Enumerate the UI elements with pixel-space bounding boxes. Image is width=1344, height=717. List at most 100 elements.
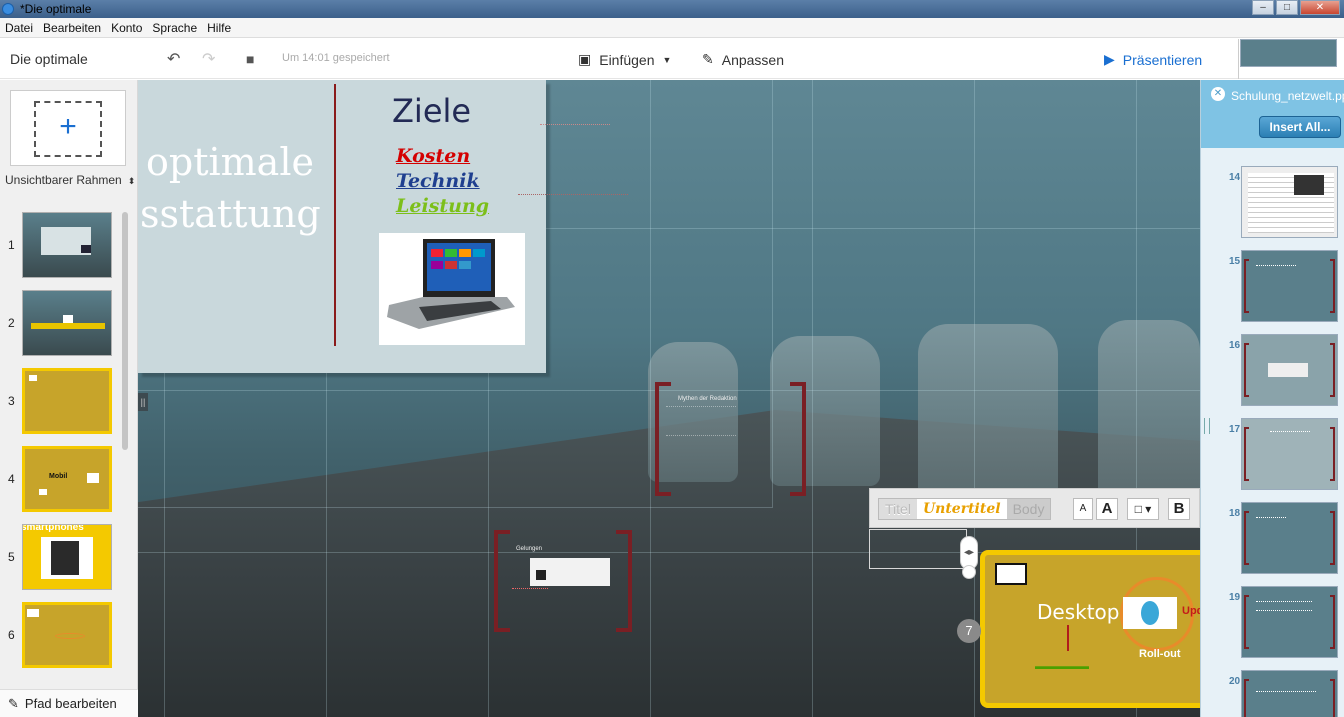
frame-type-select[interactable]: Unsichtbarer Rahmen ⬍ [5,173,135,187]
mouse-image[interactable] [1123,597,1177,629]
main-toolbar: Die optimale ↶ ↷ ■ Um 14:01 gespeichert … [0,39,1344,79]
title-text-line2[interactable]: sstattung [140,192,321,236]
present-button[interactable]: ▶ Präsentieren [1104,51,1202,68]
minimize-icon[interactable]: – [1252,0,1274,15]
menu-bearbeiten[interactable]: Bearbeiten [38,21,106,35]
intro-frame[interactable]: optimale sstattung Ziele Kosten Technik … [138,80,546,373]
laptop-image[interactable] [379,233,525,345]
text-style-picker: Titel Untertitel Body [878,498,1052,520]
slide-item[interactable]: 1 [0,212,124,280]
menu-datei[interactable]: Datei [0,21,38,35]
text-color-picker[interactable]: □ ▾ [1127,498,1159,520]
title-text-line1[interactable]: optimale [146,140,314,184]
import-panel: ✕ Schulung_netzwelt.ppt Insert All... 14… [1200,80,1344,717]
import-slide-item[interactable]: 17 [1201,418,1344,494]
pencil-icon: ✎ [8,695,19,711]
edit-path-label: Pfad bearbeiten [24,696,117,711]
import-slide-item[interactable]: 16 [1201,334,1344,410]
import-slide-item[interactable]: 15 [1201,250,1344,326]
rollout-text[interactable]: Roll-out [1139,648,1181,660]
insert-icon: ▣ [578,51,592,67]
slide-item[interactable]: 3 [0,368,124,436]
import-slide-number: 19 [1229,592,1241,603]
import-slide-item[interactable]: 20 [1201,670,1344,717]
import-slide-number: 20 [1229,676,1241,687]
desktops-text[interactable]: Desktops [1037,600,1130,624]
add-frame-button[interactable]: + [10,90,126,166]
style-body-button[interactable]: Body [1006,499,1051,519]
font-smaller-button[interactable]: A [1073,498,1093,520]
slide-number: 3 [8,394,15,408]
myth-text-block [666,406,736,436]
import-slide-thumbnail-partial[interactable] [1240,39,1337,67]
slide-label: Mobil [49,473,68,480]
import-slide-thumbnail [1241,334,1338,406]
import-slide-thumbnail [1241,418,1338,490]
presentation-canvas[interactable]: optimale sstattung Ziele Kosten Technik … [138,80,1200,717]
customize-label: Anpassen [721,51,785,68]
plus-icon: + [59,110,77,143]
slide-number: 4 [8,472,15,486]
close-icon[interactable]: ✕ [1300,0,1340,15]
import-slide-number: 16 [1229,340,1241,351]
keyword-technik[interactable]: Technik [396,170,480,192]
slide-thumbnail: Mobil [22,446,112,512]
upd-text[interactable]: Upd [1182,605,1200,617]
close-icon[interactable]: ✕ [1211,87,1225,101]
grid-line [138,507,772,508]
chair-background [918,324,1058,514]
undo-icon[interactable]: ↶ [167,49,180,69]
style-title-button[interactable]: Titel [879,499,917,519]
save-icon[interactable]: ■ [246,51,254,67]
slide-number: 2 [8,316,15,330]
text-edit-box[interactable] [869,529,967,569]
play-icon: ▶ [1104,51,1115,67]
menu-konto[interactable]: Konto [106,21,147,35]
gelungen-card[interactable] [530,558,610,586]
style-subtitle-button[interactable]: Untertitel [917,499,1007,519]
customize-button[interactable]: ✎ Anpassen [702,51,784,68]
import-slide-item[interactable]: 19 [1201,586,1344,662]
menu-sprache[interactable]: Sprache [147,21,202,35]
present-label: Präsentieren [1122,51,1203,68]
slide-item[interactable]: 2 [0,290,124,358]
sidebar-resize-handle[interactable]: || [138,393,148,411]
import-slide-item[interactable]: 18 [1201,502,1344,578]
maximize-icon[interactable]: □ [1276,0,1298,15]
frame-bracket-right [790,382,806,496]
desktops-frame[interactable]: Desktops Upd ▬▬▬▬▬▬ Roll-out [980,550,1200,708]
keyword-kosten[interactable]: Kosten [396,145,470,167]
rotate-handle[interactable] [962,565,976,579]
import-slide-thumbnail [1241,502,1338,574]
menu-bar: Datei Bearbeiten Konto Sprache Hilfe [0,18,1344,38]
myth-title[interactable]: Mythen der Redaktion [678,396,737,402]
text-format-toolbar: Titel Untertitel Body A A □ ▾ B [869,488,1200,528]
font-larger-button[interactable]: A [1096,498,1118,520]
insert-label: Einfügen [599,51,655,68]
menu-hilfe[interactable]: Hilfe [202,21,236,35]
insert-all-button[interactable]: Insert All... [1259,116,1341,138]
ziele-heading[interactable]: Ziele [392,92,471,130]
import-slide-number: 17 [1229,424,1241,435]
redo-icon[interactable]: ↷ [202,49,215,69]
import-panel-header: ✕ Schulung_netzwelt.ppt Insert All... [1201,80,1344,148]
app-icon [2,3,14,15]
path-step-badge[interactable]: 7 [957,619,981,643]
window-controls: – □ ✕ [1252,0,1340,15]
panel-resize-handle[interactable] [1204,418,1210,434]
slide-item[interactable]: 6 [0,602,124,670]
grid-line [772,80,773,508]
slide-item[interactable]: 5 smartphones [0,524,124,592]
import-filename: Schulung_netzwelt.ppt [1231,89,1344,103]
gelungen-title[interactable]: Gelungen [516,546,542,552]
bold-button[interactable]: B [1168,498,1190,520]
import-slide-number: 14 [1229,172,1241,183]
edit-path-button[interactable]: ✎ Pfad bearbeiten [0,689,138,717]
sidebar-scrollbar[interactable] [122,212,128,450]
import-slide-item[interactable]: 14 [1201,166,1344,242]
keyword-leistung[interactable]: Leistung [396,195,489,217]
slide-number: 1 [8,238,15,252]
slide-item[interactable]: 4 Mobil [0,446,124,514]
document-title[interactable]: Die optimale [10,51,88,67]
insert-button[interactable]: ▣ Einfügen ▼ [578,51,671,68]
